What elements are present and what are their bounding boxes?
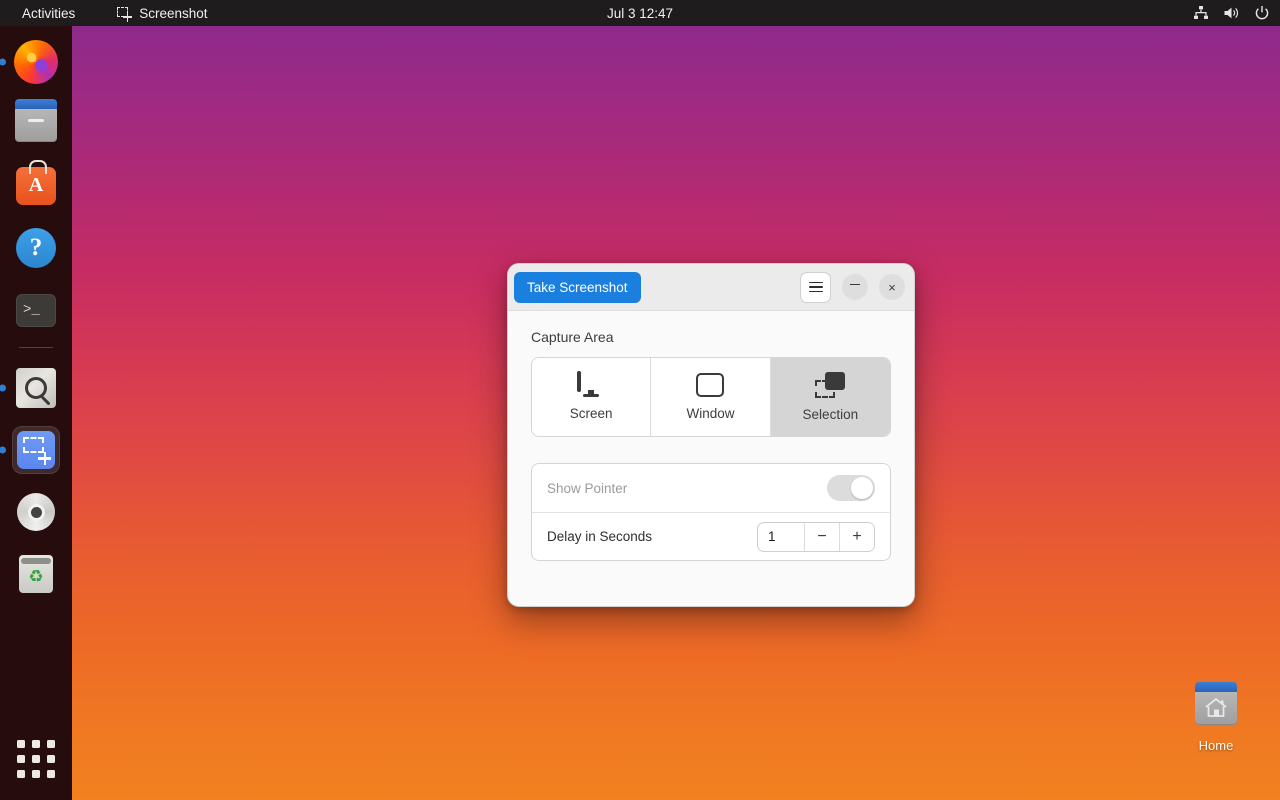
dock-item-software[interactable]: A xyxy=(12,160,60,210)
show-applications-button[interactable] xyxy=(15,738,57,780)
screenshot-icon xyxy=(17,431,55,469)
capture-option-selection[interactable]: Selection xyxy=(770,358,890,436)
ubuntu-software-icon: A xyxy=(16,160,56,205)
house-glyph xyxy=(1205,697,1227,717)
hamburger-menu-icon[interactable] xyxy=(800,271,831,303)
capture-area-label: Capture Area xyxy=(531,329,614,345)
volume-icon xyxy=(1224,7,1238,19)
capture-option-screen[interactable]: Screen xyxy=(532,358,652,436)
magnifier-icon xyxy=(16,368,56,408)
dock: A ? >_ ♻ xyxy=(0,26,72,800)
clock[interactable]: Jul 3 12:47 xyxy=(607,0,673,26)
dock-item-trash[interactable]: ♻ xyxy=(12,550,60,598)
delay-row: Delay in Seconds − + xyxy=(532,512,890,560)
dock-item-help[interactable]: ? xyxy=(12,224,60,272)
close-icon[interactable]: × xyxy=(879,274,905,300)
show-pointer-label: Show Pointer xyxy=(547,480,628,496)
help-icon: ? xyxy=(16,228,56,268)
show-pointer-toggle[interactable] xyxy=(827,475,875,501)
activities-button[interactable]: Activities xyxy=(12,0,85,26)
files-folder-icon xyxy=(15,99,57,142)
delay-input[interactable] xyxy=(758,522,804,551)
delay-label: Delay in Seconds xyxy=(547,529,653,544)
dock-item-files[interactable] xyxy=(12,99,60,148)
take-screenshot-button[interactable]: Take Screenshot xyxy=(514,271,641,303)
firefox-icon xyxy=(14,40,58,84)
selection-icon xyxy=(815,372,846,398)
terminal-icon: >_ xyxy=(16,293,56,327)
app-menu-label: Screenshot xyxy=(139,5,208,21)
show-pointer-row: Show Pointer xyxy=(532,464,890,512)
app-menu-screenshot[interactable]: Screenshot xyxy=(111,0,213,26)
capture-option-selection-label: Selection xyxy=(802,407,859,422)
capture-option-screen-label: Screen xyxy=(569,406,613,421)
selection-plus-icon xyxy=(117,6,133,22)
dock-item-screenshot[interactable] xyxy=(12,426,60,474)
capture-area-group: Screen Window Selection xyxy=(531,357,891,437)
power-icon xyxy=(1255,6,1269,20)
dialog-titlebar: Take Screenshot × xyxy=(508,264,914,311)
dialog-body: Capture Area Screen Window Selection Sho… xyxy=(508,311,914,561)
top-bar: Activities Screenshot Jul 3 12:47 xyxy=(0,0,1280,26)
dock-item-disc[interactable] xyxy=(12,488,60,536)
desktop-icon-label: Home xyxy=(1198,738,1234,753)
toggle-knob xyxy=(851,477,873,499)
monitor-icon xyxy=(577,371,605,397)
screenshot-dialog: Take Screenshot × Capture Area Screen Wi… xyxy=(507,263,915,607)
capture-option-window-label: Window xyxy=(686,406,735,421)
clock-text: Jul 3 12:47 xyxy=(606,5,674,21)
delay-decrement-button[interactable]: − xyxy=(804,522,839,551)
dock-item-magnifier[interactable] xyxy=(12,364,60,412)
trash-icon: ♻ xyxy=(19,555,53,593)
network-icon xyxy=(1194,6,1208,19)
capture-option-window[interactable]: Window xyxy=(651,358,771,436)
dock-item-firefox[interactable] xyxy=(12,38,60,86)
delay-increment-button[interactable]: + xyxy=(839,522,874,551)
disc-icon xyxy=(17,493,55,531)
dock-item-terminal[interactable]: >_ xyxy=(12,286,60,334)
minimize-icon[interactable] xyxy=(842,274,868,300)
options-card: Show Pointer Delay in Seconds − + xyxy=(531,463,891,561)
delay-spinner: − + xyxy=(757,521,875,552)
software-glyph: A xyxy=(28,174,44,196)
desktop-icon-home[interactable]: Home xyxy=(1172,682,1260,753)
system-tray[interactable] xyxy=(1193,0,1270,26)
window-icon xyxy=(696,373,725,397)
home-folder-icon xyxy=(1195,682,1237,725)
dock-separator xyxy=(19,347,53,348)
